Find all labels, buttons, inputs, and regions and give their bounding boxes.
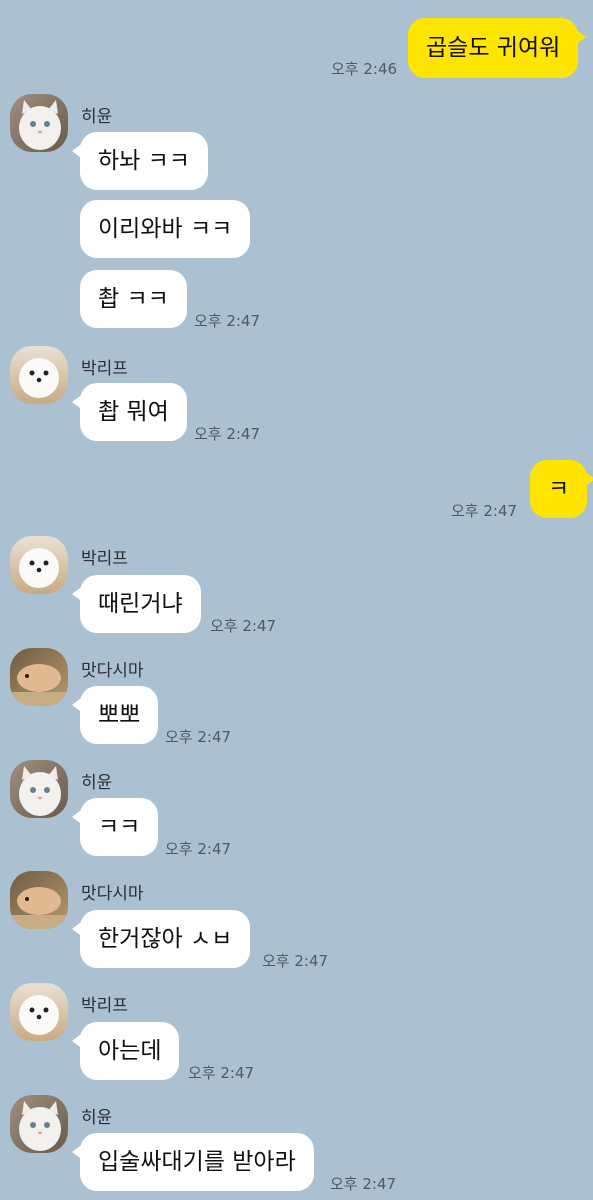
- sender-name: 히윤: [81, 1108, 113, 1128]
- message-bubble-mine[interactable]: 곱슬도 귀여워: [408, 18, 587, 78]
- white-dog-avatar-icon: [10, 983, 68, 1041]
- sender-name: 맛다시마: [81, 661, 144, 681]
- sender-name: 박리프: [81, 996, 128, 1016]
- message-bubble[interactable]: 촵 ㅋㅋ: [80, 270, 187, 328]
- message-time: 오후 2:47: [330, 1175, 397, 1193]
- white-dog-avatar-icon: [10, 536, 68, 594]
- white-cat-avatar-icon: [10, 94, 68, 152]
- white-cat-avatar-icon: [10, 760, 68, 818]
- avatar-cat[interactable]: [10, 94, 68, 152]
- message-bubble[interactable]: 뽀뽀: [71, 686, 159, 744]
- avatar-dog[interactable]: [10, 536, 68, 594]
- avatar-cat[interactable]: [10, 760, 68, 818]
- white-dog-avatar-icon: [10, 346, 68, 404]
- message-time: 오후 2:47: [210, 617, 277, 635]
- sender-name: 히윤: [81, 773, 113, 793]
- hamster-avatar-icon: [10, 648, 68, 706]
- avatar-hamster[interactable]: [10, 648, 68, 706]
- message-time: 오후 2:46: [331, 60, 398, 78]
- message-bubble[interactable]: 입술싸대기를 받아라: [72, 1133, 314, 1191]
- message-bubble[interactable]: 하놔 ㅋㅋ: [72, 132, 208, 190]
- avatar-dog[interactable]: [10, 983, 68, 1041]
- message-bubble-mine[interactable]: ㅋ: [530, 460, 593, 518]
- message-time: 오후 2:47: [165, 840, 232, 858]
- sender-name: 맛다시마: [81, 884, 144, 904]
- sender-name: 박리프: [81, 549, 128, 569]
- message-bubble[interactable]: 한거잖아 ㅅㅂ: [71, 910, 251, 968]
- message-time: 오후 2:47: [451, 502, 518, 520]
- message-time: 오후 2:47: [165, 728, 232, 746]
- message-bubble[interactable]: ㅋㅋ: [71, 798, 159, 856]
- message-time: 오후 2:47: [262, 952, 329, 970]
- sender-name: 히윤: [81, 107, 113, 127]
- message-bubble[interactable]: 아는데: [71, 1022, 180, 1080]
- message-bubble[interactable]: 이리와바 ㅋㅋ: [80, 200, 251, 258]
- message-time: 오후 2:47: [188, 1064, 255, 1082]
- message-time: 오후 2:47: [194, 312, 261, 330]
- white-cat-avatar-icon: [10, 1095, 68, 1153]
- avatar-dog[interactable]: [10, 346, 68, 404]
- hamster-avatar-icon: [10, 871, 68, 929]
- avatar-cat[interactable]: [10, 1095, 68, 1153]
- sender-name: 박리프: [81, 359, 128, 379]
- message-bubble[interactable]: 때린거냐: [72, 575, 201, 633]
- message-bubble[interactable]: 촵 뭐여: [72, 383, 187, 441]
- message-time: 오후 2:47: [194, 425, 261, 443]
- avatar-hamster[interactable]: [10, 871, 68, 929]
